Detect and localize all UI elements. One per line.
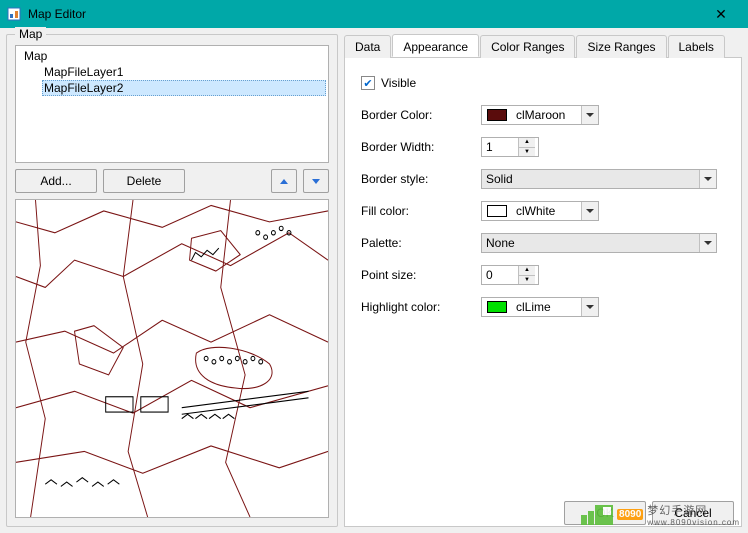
layer-button-row: Add... Delete <box>15 169 329 193</box>
dropdown-button[interactable] <box>699 170 716 188</box>
arrow-up-icon <box>280 179 288 184</box>
map-preview <box>15 199 329 518</box>
move-down-button[interactable] <box>303 169 329 193</box>
combo-text: clWhite <box>512 204 581 218</box>
properties-panel: Data Appearance Color Ranges Size Ranges… <box>344 34 742 527</box>
layer-tree[interactable]: Map MapFileLayer1 MapFileLayer2 <box>15 45 329 163</box>
fill-color-combo[interactable]: clWhite <box>481 201 599 221</box>
tree-layer-item[interactable]: MapFileLayer2 <box>42 80 326 96</box>
tree-layer-item[interactable]: MapFileLayer1 <box>42 64 326 80</box>
dropdown-button[interactable] <box>581 106 598 124</box>
cancel-button[interactable]: Cancel <box>652 501 734 525</box>
chevron-down-icon <box>704 241 712 245</box>
chevron-down-icon <box>586 305 594 309</box>
tab-appearance[interactable]: Appearance <box>392 34 479 57</box>
dialog-buttons: OK Cancel <box>564 501 734 525</box>
ok-button[interactable]: OK <box>564 501 646 525</box>
visible-checkbox[interactable]: ✔ Visible <box>361 76 416 90</box>
map-svg <box>16 200 328 517</box>
border-width-spin[interactable]: ▲▼ <box>481 137 539 157</box>
dropdown-button[interactable] <box>581 202 598 220</box>
map-group: Map Map MapFileLayer1 MapFileLayer2 Add.… <box>6 34 338 527</box>
point-size-label: Point size: <box>361 268 481 282</box>
app-icon <box>6 6 22 22</box>
color-swatch <box>487 301 507 313</box>
color-swatch <box>487 205 507 217</box>
fill-color-label: Fill color: <box>361 204 481 218</box>
close-button[interactable]: ✕ <box>700 0 742 28</box>
arrow-down-icon <box>312 179 320 184</box>
palette-select[interactable]: None <box>481 233 717 253</box>
chevron-down-icon <box>586 113 594 117</box>
tab-size-ranges[interactable]: Size Ranges <box>576 35 666 58</box>
highlight-color-label: Highlight color: <box>361 300 481 314</box>
tree-root-item[interactable]: Map <box>22 48 326 64</box>
tab-data[interactable]: Data <box>344 35 391 58</box>
appearance-page: ✔ Visible Border Color: clMaroon Border … <box>344 58 742 527</box>
client-area: Map Map MapFileLayer1 MapFileLayer2 Add.… <box>0 28 748 533</box>
move-up-button[interactable] <box>271 169 297 193</box>
combo-text: clLime <box>512 300 581 314</box>
dropdown-button[interactable] <box>699 234 716 252</box>
tab-labels[interactable]: Labels <box>668 35 725 58</box>
border-width-label: Border Width: <box>361 140 481 154</box>
select-text: None <box>482 236 699 250</box>
check-icon: ✔ <box>361 76 375 90</box>
add-button[interactable]: Add... <box>15 169 97 193</box>
border-width-input[interactable] <box>482 138 518 156</box>
point-size-spin[interactable]: ▲▼ <box>481 265 539 285</box>
tab-strip: Data Appearance Color Ranges Size Ranges… <box>344 34 742 58</box>
delete-button[interactable]: Delete <box>103 169 185 193</box>
dropdown-button[interactable] <box>581 298 598 316</box>
palette-label: Palette: <box>361 236 481 250</box>
point-size-input[interactable] <box>482 266 518 284</box>
chevron-down-icon <box>704 177 712 181</box>
border-style-select[interactable]: Solid <box>481 169 717 189</box>
tab-color-ranges[interactable]: Color Ranges <box>480 35 575 58</box>
combo-text: clMaroon <box>512 108 581 122</box>
spin-up[interactable]: ▲ <box>519 138 535 148</box>
titlebar: Map Editor ✕ <box>0 0 748 28</box>
window-title: Map Editor <box>28 7 700 21</box>
color-swatch <box>487 109 507 121</box>
highlight-color-combo[interactable]: clLime <box>481 297 599 317</box>
select-text: Solid <box>482 172 699 186</box>
spin-up[interactable]: ▲ <box>519 266 535 276</box>
spin-down[interactable]: ▼ <box>519 276 535 285</box>
border-color-combo[interactable]: clMaroon <box>481 105 599 125</box>
chevron-down-icon <box>586 209 594 213</box>
visible-label: Visible <box>381 76 416 90</box>
border-style-label: Border style: <box>361 172 481 186</box>
border-color-label: Border Color: <box>361 108 481 122</box>
group-label: Map <box>15 27 46 41</box>
spin-down[interactable]: ▼ <box>519 148 535 157</box>
